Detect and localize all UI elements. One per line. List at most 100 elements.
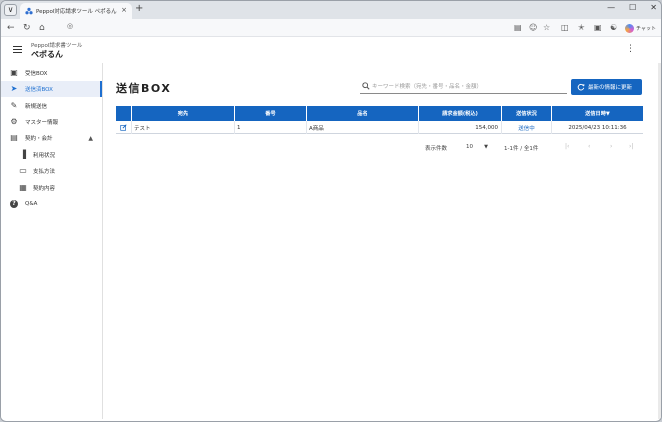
url-field[interactable]: ◎: [67, 22, 557, 34]
window-controls: — ☐ ✕: [607, 3, 657, 12]
chevron-up-icon: ▲: [88, 134, 93, 142]
browser-tab[interactable]: Peppol対応請求ツール ペポるん ×: [20, 3, 132, 19]
pagination: 表示件数 10 ▼ 1-1件 / 全1件 |‹ ‹ › ›|: [116, 141, 643, 155]
search-icon: [362, 82, 370, 90]
column-header-actions: [116, 106, 131, 121]
favorite-star-icon[interactable]: ☆: [543, 22, 550, 34]
refresh-icon: [577, 83, 585, 91]
card-icon: ▭: [19, 166, 27, 175]
reload-icon[interactable]: ↻: [23, 22, 31, 34]
minimize-button[interactable]: —: [607, 3, 615, 12]
sidebar-item-sent-box[interactable]: ➤ 送信済BOX: [1, 81, 102, 97]
last-page-button[interactable]: ›|: [629, 143, 633, 150]
search-input[interactable]: [372, 81, 564, 92]
table-row[interactable]: テスト 1 A商品 154,000 送信中 2025/04/23 10:11:3…: [116, 121, 643, 134]
favorites-icon[interactable]: ✭: [578, 22, 585, 34]
sidebar-item-label: 契約内容: [33, 186, 56, 192]
cell-item: A商品: [306, 121, 418, 134]
app-favicon-icon: [25, 7, 33, 15]
tab-title: Peppol対応請求ツール ペポるん: [36, 9, 117, 15]
maximize-button[interactable]: ☐: [629, 3, 636, 12]
first-page-button[interactable]: |‹: [565, 143, 569, 150]
sidebar-item-label: 支払方法: [33, 169, 56, 175]
rows-per-page-label: 表示件数: [425, 146, 448, 152]
search-box[interactable]: [360, 80, 567, 94]
cell-amount: 154,000: [418, 121, 501, 134]
refresh-button-label: 最新の情報に更新: [588, 85, 633, 91]
table-body: テスト 1 A商品 154,000 送信中 2025/04/23 10:11:3…: [116, 121, 643, 134]
emoji-icon[interactable]: ☺: [529, 22, 537, 34]
chat-label: チャット: [636, 25, 656, 32]
tab-strip: ∨ Peppol対応請求ツール ペポるん × + — ☐ ✕: [1, 1, 661, 19]
rows-per-page-select[interactable]: 10 ▼: [464, 142, 490, 153]
column-header-number[interactable]: 番号: [234, 106, 306, 121]
next-page-button[interactable]: ›: [610, 143, 612, 150]
sidebar-item-label: 受信BOX: [25, 71, 48, 77]
cell-recipient: テスト: [131, 121, 234, 134]
sidebar-item-master-info[interactable]: ⚙ マスター情報: [1, 114, 102, 130]
gear-icon: ⚙: [10, 117, 18, 126]
sidebar-item-label: 送信済BOX: [25, 87, 53, 93]
column-header-amount[interactable]: 請求金額(税込): [418, 106, 501, 121]
split-screen-icon[interactable]: ◫: [561, 22, 569, 34]
app-subtitle: Peppol請求書ツール: [31, 43, 83, 49]
table-header: 宛先 番号 品名 請求金額(税込) 送信状況 送信日時▼: [116, 106, 643, 121]
home-icon[interactable]: ⌂: [39, 22, 45, 34]
chevron-down-icon: ▼: [484, 144, 488, 150]
sidebar-item-qa[interactable]: ? Q&A: [1, 196, 102, 212]
sidebar-item-inbox[interactable]: ▣ 受信BOX: [1, 65, 102, 81]
sidebar-item-label: マスター情報: [25, 120, 59, 126]
hamburger-menu-icon[interactable]: [13, 46, 22, 53]
back-icon[interactable]: ←: [7, 22, 15, 34]
cell-number: 1: [234, 121, 306, 134]
app-title: ペポるん: [31, 50, 63, 59]
pencil-icon: ✎: [10, 101, 18, 110]
main-content: 送信BOX 最新の情報に更新 宛先 番号 品名 請求金額(税込) 送信状況: [103, 63, 661, 419]
sidebar-item-contract-billing[interactable]: ▤ 契約・会計 ▲: [1, 130, 102, 146]
column-header-recipient[interactable]: 宛先: [131, 106, 234, 121]
sidebar-item-label: 利用状況: [33, 153, 56, 159]
copilot-chat-button[interactable]: チャット: [625, 21, 656, 35]
edit-icon[interactable]: [120, 124, 127, 131]
inbox-icon: ▣: [10, 68, 18, 77]
cell-datetime: 2025/04/23 10:11:36: [551, 121, 643, 134]
rows-per-page-value: 10: [466, 144, 473, 150]
copilot-icon: [625, 23, 634, 33]
page-title: 送信BOX: [116, 82, 172, 95]
edit-cell[interactable]: [116, 121, 131, 134]
window-scrollbar[interactable]: [658, 63, 661, 419]
tab-menu-button[interactable]: ∨: [4, 4, 17, 16]
send-icon: ➤: [10, 84, 18, 93]
tab-close-icon[interactable]: ×: [121, 6, 127, 14]
previous-page-button[interactable]: ‹: [588, 143, 590, 150]
close-window-button[interactable]: ✕: [650, 3, 657, 12]
dashboard-icon: ▦: [19, 183, 27, 192]
sidebar-item-new-send[interactable]: ✎ 新規送信: [1, 98, 102, 114]
sent-invoices-table: 宛先 番号 品名 請求金額(税込) 送信状況 送信日時▼ テスト 1 A商品 1…: [116, 106, 643, 134]
refresh-button[interactable]: 最新の情報に更新: [571, 79, 642, 95]
column-header-item[interactable]: 品名: [306, 106, 418, 121]
new-tab-button[interactable]: +: [135, 4, 143, 14]
address-bar: ← ↻ ⌂ ◎ ▤ ☺ ☆ ◫ ✭ ▣ ☯ チャット: [1, 19, 661, 37]
column-header-status[interactable]: 送信状況: [501, 106, 551, 121]
sidebar-item-label: 新規送信: [25, 104, 48, 110]
sidebar-item-label: 契約・会計: [25, 136, 53, 142]
sidebar-item-contract-details[interactable]: ▦ 契約内容: [1, 180, 102, 196]
cell-status-link[interactable]: 送信中: [501, 121, 551, 134]
sidebar-item-usage[interactable]: ▐ 利用状況: [1, 147, 102, 163]
help-icon: ?: [10, 200, 18, 208]
browser-window: ∨ Peppol対応請求ツール ペポるん × + — ☐ ✕ ← ↻ ⌂ ◎ ▤…: [0, 0, 662, 422]
sidebar-item-payment-method[interactable]: ▭ 支払方法: [1, 163, 102, 179]
wallet-icon: ▤: [10, 133, 18, 142]
extensions-icon[interactable]: ☯: [610, 22, 617, 34]
lock-icon: ◎: [67, 22, 74, 30]
more-options-icon[interactable]: ⋮: [626, 44, 635, 54]
sidebar-item-label: Q&A: [25, 201, 38, 207]
bar-chart-icon: ▐: [19, 150, 27, 159]
column-header-datetime[interactable]: 送信日時▼: [551, 106, 643, 121]
collections-icon[interactable]: ▣: [594, 22, 602, 34]
app-header: Peppol請求書ツール ペポるん ⋮: [1, 38, 661, 63]
sidebar: ▣ 受信BOX ➤ 送信済BOX ✎ 新規送信 ⚙ マスター情報 ▤ 契約・会計…: [1, 63, 103, 419]
page-range: 1-1件 / 全1件: [504, 146, 539, 152]
read-aloud-icon[interactable]: ▤: [514, 22, 522, 34]
